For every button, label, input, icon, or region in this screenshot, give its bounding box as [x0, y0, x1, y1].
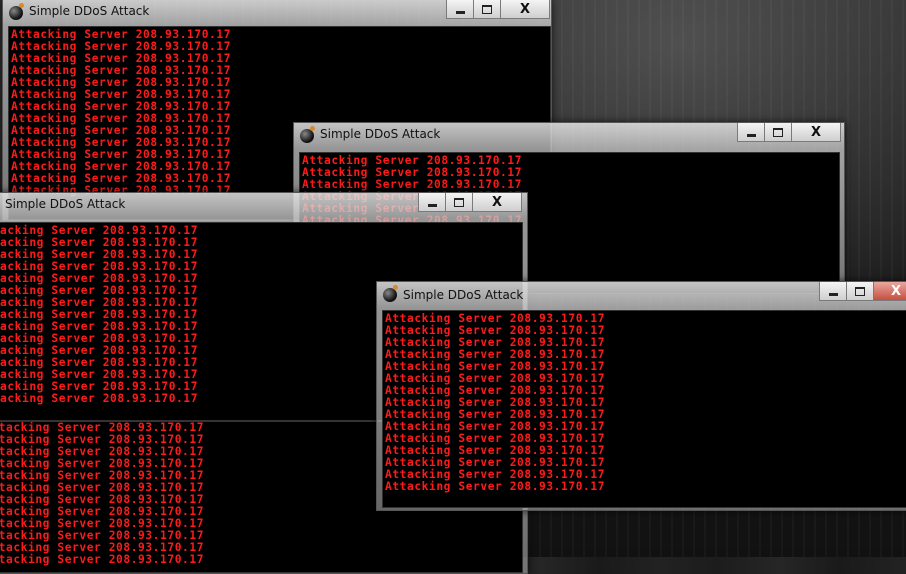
maximize-button[interactable] [764, 123, 792, 142]
maximize-icon [454, 197, 464, 207]
close-icon: X [810, 124, 822, 140]
minimize-icon [828, 292, 838, 296]
maximize-icon [773, 127, 783, 137]
minimize-button[interactable] [819, 282, 847, 301]
bomb-icon [9, 3, 24, 20]
bomb-icon [383, 285, 398, 302]
title-bar[interactable]: Simple DDoS Attack X [0, 193, 527, 218]
minimize-button[interactable] [418, 193, 446, 212]
title-bar[interactable]: Simple DDoS Attack X [3, 0, 551, 25]
maximize-icon [855, 286, 865, 296]
bomb-icon [300, 126, 315, 143]
close-icon: X [890, 283, 902, 299]
close-button[interactable]: X [472, 193, 522, 212]
close-button[interactable]: X [873, 282, 906, 301]
console-line: Attacking Server 208.93.170.17 [0, 553, 205, 566]
window-title: Simple DDoS Attack [403, 288, 524, 302]
maximize-button[interactable] [846, 282, 874, 301]
close-button[interactable]: X [791, 123, 841, 142]
maximize-button[interactable] [445, 193, 473, 212]
maximize-icon [482, 4, 492, 14]
window-title: Simple DDoS Attack [5, 197, 126, 211]
minimize-icon [455, 10, 465, 14]
title-bar[interactable]: Simple DDoS Attack X [294, 123, 844, 148]
minimize-icon [427, 203, 437, 207]
console-output: Attacking Server 208.93.170.17 Attacking… [382, 310, 906, 508]
maximize-button[interactable] [473, 0, 501, 19]
console-window-4[interactable]: Simple DDoS Attack X Attacking Server 20… [376, 281, 906, 511]
minimize-button[interactable] [446, 0, 474, 19]
minimize-button[interactable] [737, 123, 765, 142]
window-title: Simple DDoS Attack [29, 4, 150, 18]
minimize-icon [746, 133, 756, 137]
console-line: Attacking Server 208.93.170.17 [385, 480, 606, 493]
close-icon: X [491, 194, 503, 210]
title-bar[interactable]: Simple DDoS Attack X [377, 282, 906, 307]
window-title: Simple DDoS Attack [320, 127, 441, 141]
close-icon: X [519, 1, 531, 17]
close-button[interactable]: X [500, 0, 550, 19]
